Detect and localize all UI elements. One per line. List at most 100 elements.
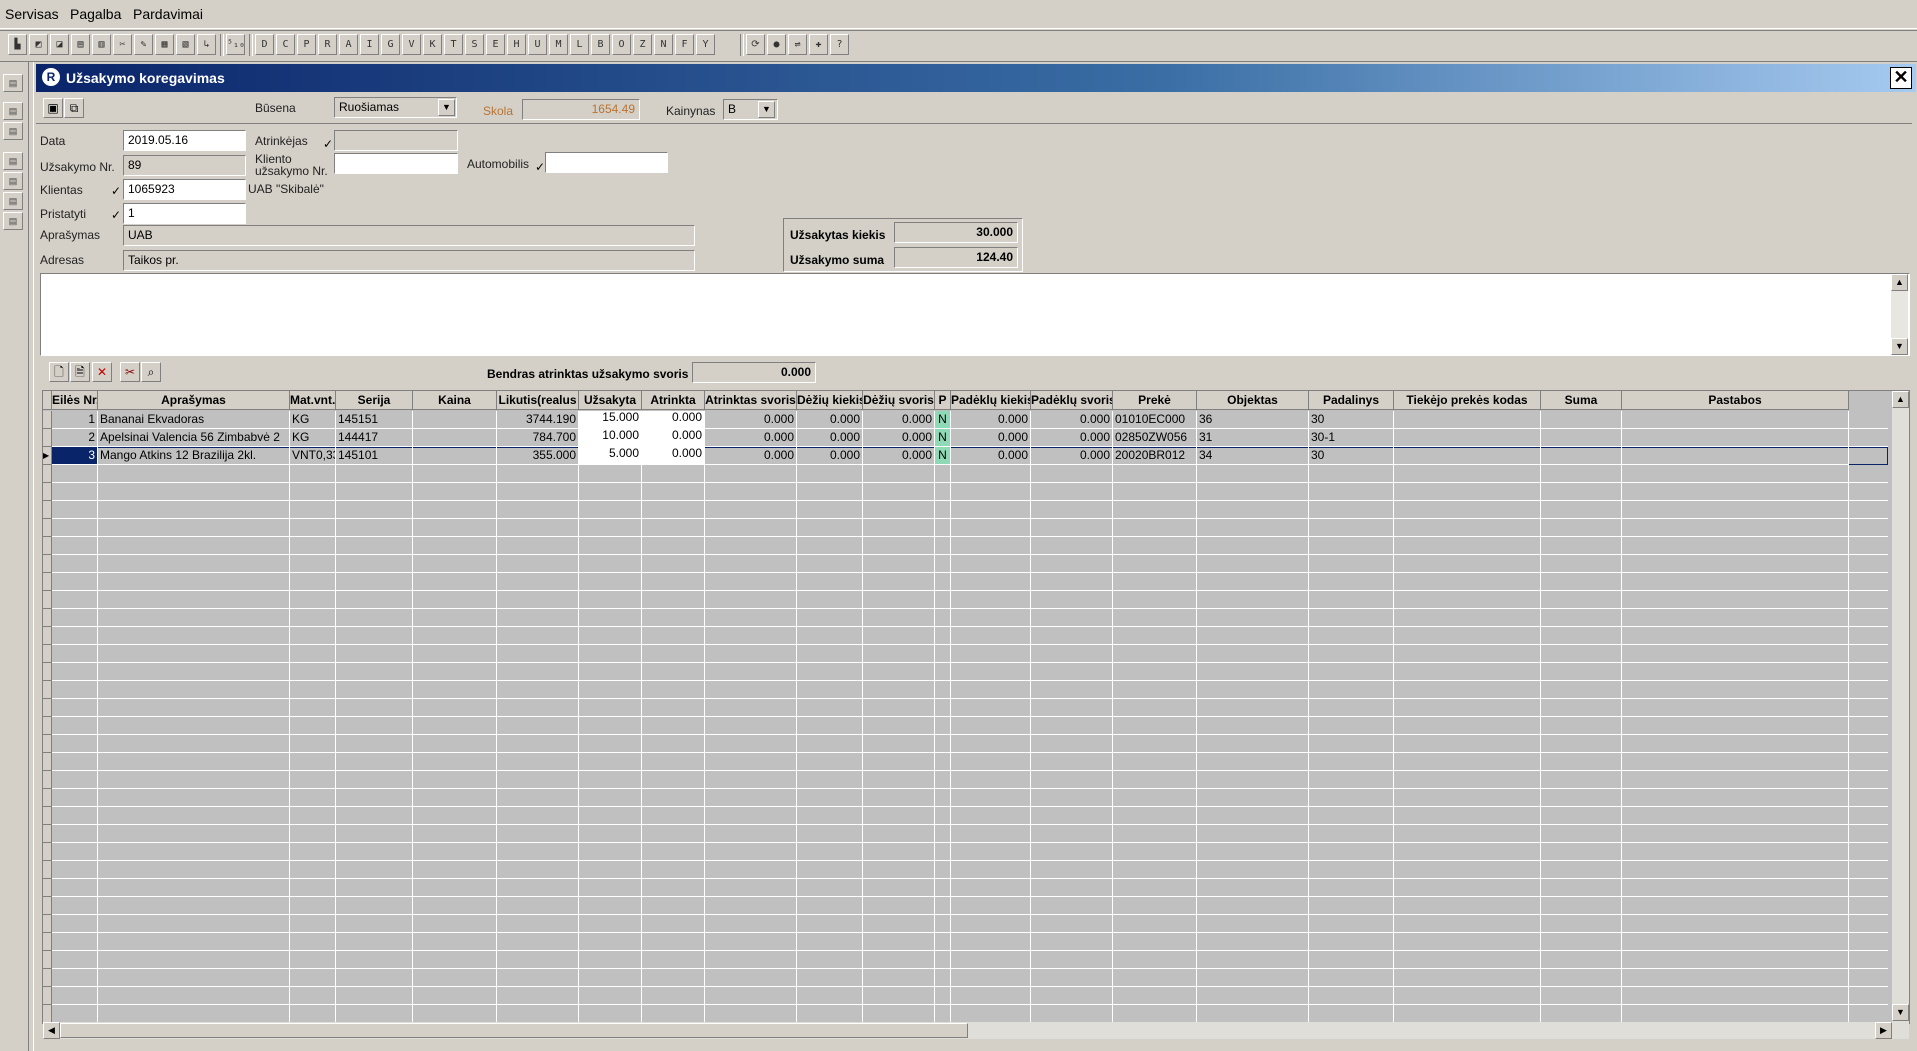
row-indicator[interactable]: [43, 1005, 52, 1023]
column-header[interactable]: Tiekėjo prekės kodas: [1394, 391, 1541, 410]
toolbar-tool-10-icon[interactable]: ↳: [197, 34, 216, 55]
row-indicator[interactable]: [43, 753, 52, 771]
row-indicator[interactable]: [43, 609, 52, 627]
busena-chevron-down-icon[interactable]: ▼: [438, 99, 455, 116]
atrinkejas-check-icon[interactable]: ✓: [323, 137, 333, 151]
table-cell[interactable]: 0.000: [863, 411, 935, 429]
toolbar-refresh-icon[interactable]: ⟳: [746, 34, 765, 55]
toolbar-letter-c[interactable]: C: [276, 34, 295, 55]
toolbar-letter-l[interactable]: L: [570, 34, 589, 55]
table-cell[interactable]: 0.000: [1031, 447, 1113, 465]
toolbar-letter-g[interactable]: G: [381, 34, 400, 55]
automobilis-check-icon[interactable]: ✓: [535, 160, 545, 174]
pristatyti-check-icon[interactable]: ✓: [111, 208, 121, 222]
table-cell[interactable]: 10.000: [579, 429, 642, 447]
toolbar-tools-icon[interactable]: ✚: [809, 34, 828, 55]
grid-scroll-right-icon[interactable]: ▶: [1875, 1022, 1892, 1039]
column-header[interactable]: Pastabos: [1622, 391, 1849, 410]
table-row[interactable]: ▶ 3 Mango Atkins 12 Brazilija 2kl. VNT0,33 1…: [43, 447, 1888, 465]
toolbar-letter-e[interactable]: E: [486, 34, 505, 55]
table-cell[interactable]: 20020BR012: [1113, 447, 1197, 465]
window-titlebar[interactable]: [36, 64, 1916, 92]
menu-servisas[interactable]: Servisas: [5, 6, 59, 22]
column-header[interactable]: Padalinys: [1309, 391, 1394, 410]
table-cell[interactable]: 0.000: [863, 429, 935, 447]
table-cell[interactable]: 34: [1197, 447, 1309, 465]
toolbar-letter-t[interactable]: T: [444, 34, 463, 55]
row-indicator[interactable]: [43, 969, 52, 987]
table-cell[interactable]: [413, 447, 497, 465]
table-cell[interactable]: 3744.190: [497, 411, 579, 429]
column-header[interactable]: P: [935, 391, 951, 410]
table-cell[interactable]: 2: [52, 429, 98, 447]
table-cell[interactable]: 355.000: [497, 447, 579, 465]
column-header[interactable]: Aprašymas: [98, 391, 290, 410]
column-header[interactable]: Prekė: [1113, 391, 1197, 410]
table-cell[interactable]: KG: [290, 429, 336, 447]
toolbar-letter-r[interactable]: R: [318, 34, 337, 55]
atrinkejas-field[interactable]: [334, 130, 458, 151]
table-cell[interactable]: 5.000: [579, 447, 642, 465]
table-cell[interactable]: 36: [1197, 411, 1309, 429]
binoculars-icon[interactable]: ⌕: [141, 362, 161, 382]
column-header[interactable]: Eilės Nr.: [52, 391, 98, 410]
table-cell[interactable]: [1622, 429, 1849, 447]
data-field[interactable]: 2019.05.16: [123, 130, 246, 151]
row-indicator[interactable]: [43, 537, 52, 555]
toolbar-link-icon[interactable]: ⇌: [788, 34, 807, 55]
grid-scroll-left-icon[interactable]: ◀: [43, 1022, 60, 1039]
row-indicator[interactable]: [43, 573, 52, 591]
column-header[interactable]: Atrinkta: [642, 391, 705, 410]
toolbar-letter-y[interactable]: Y: [696, 34, 715, 55]
toolbar-tool-9-icon[interactable]: ▧: [176, 34, 195, 55]
table-cell[interactable]: Mango Atkins 12 Brazilija 2kl.: [98, 447, 290, 465]
grid-hscroll-thumb[interactable]: [60, 1023, 968, 1038]
table-cell[interactable]: 0.000: [863, 447, 935, 465]
table-cell[interactable]: [1541, 429, 1622, 447]
row-indicator[interactable]: [43, 861, 52, 879]
toolbar-tool-3-icon[interactable]: ◪: [50, 34, 69, 55]
kainynas-chevron-down-icon[interactable]: ▼: [758, 101, 775, 118]
table-cell[interactable]: 01010EC000: [1113, 411, 1197, 429]
toolbar-counter-icon[interactable]: ⁵₁₀: [226, 34, 245, 55]
delete-row-icon[interactable]: ✕: [92, 362, 112, 382]
row-indicator[interactable]: [43, 951, 52, 969]
column-header[interactable]: Dėžių svoris: [863, 391, 935, 410]
row-indicator[interactable]: [43, 429, 52, 447]
copy-icon[interactable]: ⧉: [64, 98, 84, 118]
toolbar-letter-k[interactable]: K: [423, 34, 442, 55]
automobilis-field[interactable]: [545, 152, 668, 173]
toolbar-letter-d[interactable]: D: [255, 34, 274, 55]
side-tool-2-icon[interactable]: ▤: [3, 102, 23, 120]
side-tool-7-icon[interactable]: ▤: [3, 212, 23, 230]
edit-row-icon[interactable]: 🗎: [70, 362, 90, 382]
toolbar-letter-z[interactable]: Z: [633, 34, 652, 55]
table-cell[interactable]: 0.000: [951, 411, 1031, 429]
side-tool-1-icon[interactable]: ▤: [3, 74, 23, 92]
table-cell[interactable]: 0.000: [642, 447, 705, 465]
notes-scroll-down-icon[interactable]: ▼: [1891, 338, 1908, 355]
new-row-icon[interactable]: 🗋: [49, 362, 69, 382]
table-cell[interactable]: 0.000: [797, 411, 863, 429]
close-button[interactable]: ✕: [1890, 67, 1912, 89]
table-cell[interactable]: [1541, 447, 1622, 465]
side-tool-3-icon[interactable]: ▤: [3, 122, 23, 140]
table-cell[interactable]: 30-1: [1309, 429, 1394, 447]
column-header[interactable]: Dėžių kiekis: [797, 391, 863, 410]
table-cell[interactable]: [1394, 429, 1541, 447]
table-cell[interactable]: 0.000: [797, 429, 863, 447]
row-indicator[interactable]: [43, 771, 52, 789]
row-indicator[interactable]: [43, 465, 52, 483]
row-indicator[interactable]: [43, 825, 52, 843]
table-row[interactable]: 2 Apelsinai Valencia 56 Zimbabvė 2 KG 14441…: [43, 429, 1888, 447]
save-icon[interactable]: ▣: [43, 98, 63, 118]
row-indicator[interactable]: [43, 915, 52, 933]
table-cell[interactable]: [1394, 447, 1541, 465]
table-cell[interactable]: N: [935, 447, 951, 465]
toolbar-letter-o[interactable]: O: [612, 34, 631, 55]
table-cell[interactable]: 15.000: [579, 411, 642, 429]
table-cell[interactable]: 30: [1309, 447, 1394, 465]
toolbar-tool-5-icon[interactable]: ▥: [92, 34, 111, 55]
table-cell[interactable]: VNT0,33: [290, 447, 336, 465]
side-tool-6-icon[interactable]: ▤: [3, 192, 23, 210]
